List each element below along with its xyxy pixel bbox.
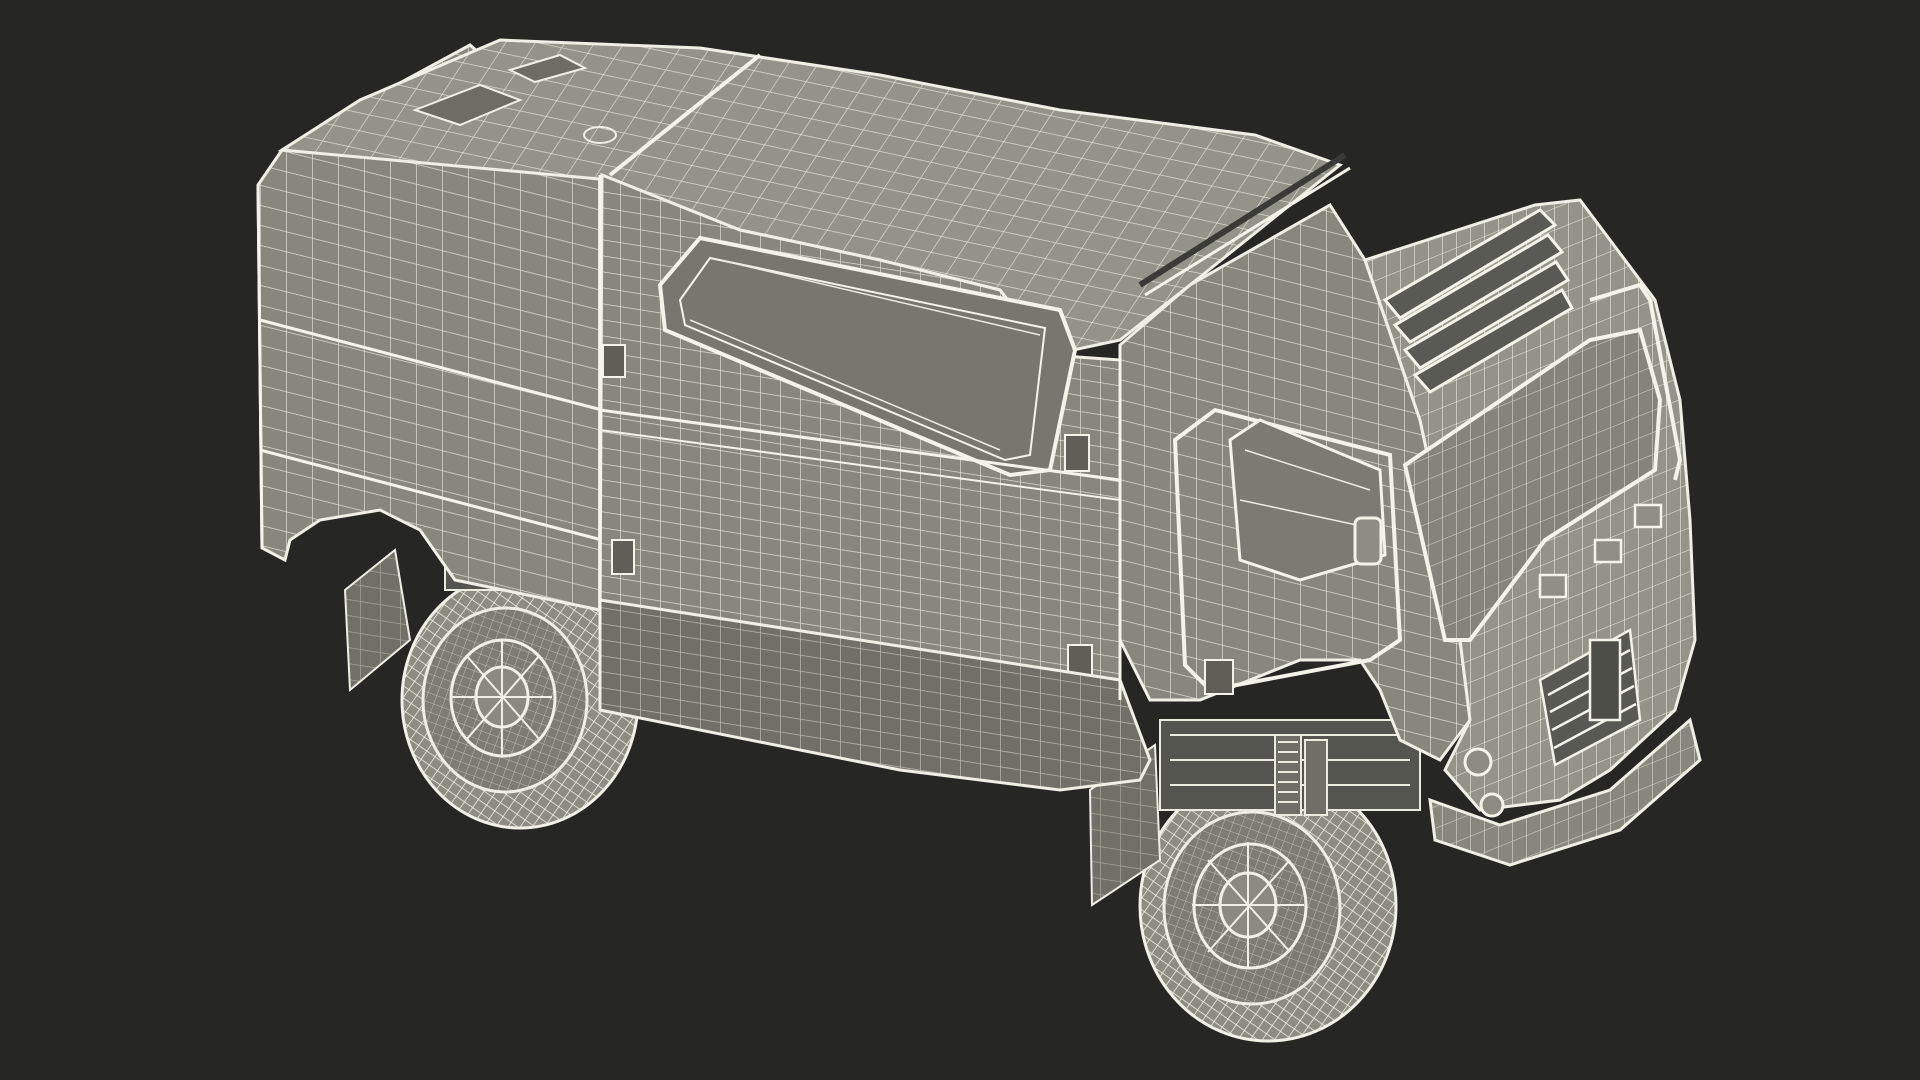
truck-wireframe-render: [0, 0, 1920, 1080]
front-wheel: [1138, 769, 1398, 1043]
render-viewport[interactable]: [0, 0, 1920, 1080]
